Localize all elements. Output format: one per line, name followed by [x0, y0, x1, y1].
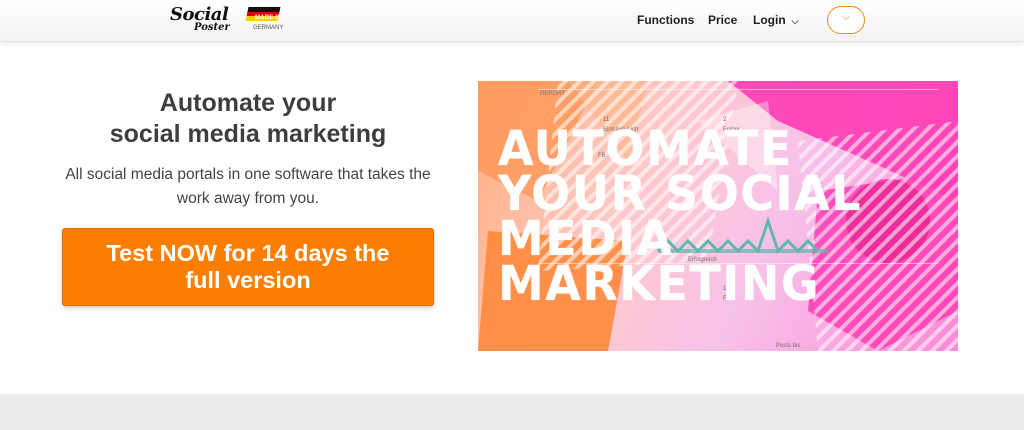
- hero-title-line1: Automate your: [159, 89, 337, 117]
- nav-price[interactable]: Price: [708, 13, 737, 27]
- chevron-down-icon: ⌵: [842, 12, 850, 23]
- hero-image-headline: AUTOMATE YOUR SOCIAL MEDIA MARKETING: [498, 124, 862, 312]
- made-in-germany-badge: MADE IN GERMANY: [245, 7, 289, 35]
- chevron-down-icon: ⌵: [791, 16, 799, 26]
- hero-title: Automate your social media marketing: [60, 88, 436, 150]
- hero-image-line4: MARKETING: [498, 254, 821, 312]
- logo-text-sub: Poster: [194, 22, 230, 33]
- image-label-report: REPORT: [540, 91, 565, 97]
- nav-functions[interactable]: Functions: [637, 13, 694, 27]
- language-dropdown-button[interactable]: ⌵: [827, 6, 865, 34]
- badge-line2: GERMANY: [253, 25, 284, 31]
- hero-subtitle-line2: work away from you.: [176, 190, 320, 207]
- cta-line1: Test NOW for 14 days the: [106, 240, 390, 266]
- test-now-button[interactable]: Test NOW for 14 days the full version: [62, 228, 434, 306]
- badge-line1: MADE IN: [255, 15, 282, 21]
- hero-subtitle: All social media portals in one software…: [40, 163, 456, 211]
- hero-image: REPORT 11 Einträge-Lich 2 Fehler FB Erfo…: [478, 81, 958, 351]
- next-section-band: [0, 394, 1024, 430]
- image-label-posts: Posts bis: [776, 343, 801, 349]
- hero-title-line2: social media marketing: [109, 120, 387, 148]
- site-header: Social Poster MADE IN GERMANY Functions …: [0, 0, 1024, 42]
- nav-login[interactable]: Login ⌵: [753, 13, 798, 27]
- cta-line2: full version: [185, 267, 311, 293]
- hero-subtitle-line1: All social media portals in one software…: [65, 166, 431, 183]
- nav-login-label: Login: [753, 13, 786, 27]
- social-poster-logo[interactable]: Social Poster: [170, 4, 232, 38]
